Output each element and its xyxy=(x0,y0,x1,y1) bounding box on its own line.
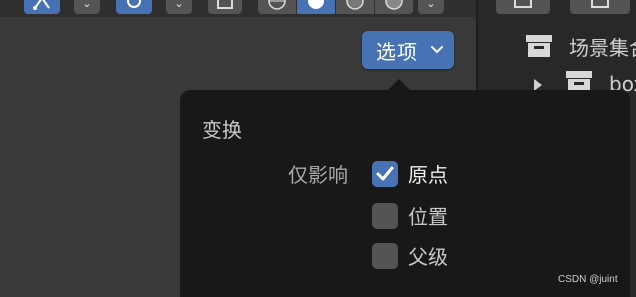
origins-label: 原点 xyxy=(408,163,448,187)
chevron-down-icon: ⌄ xyxy=(82,0,92,10)
wireframe-sphere-icon xyxy=(268,0,286,10)
solid-sphere-icon xyxy=(308,0,324,9)
scene-collection-label: 场景集合 xyxy=(569,36,636,60)
origins-option[interactable]: 原点 xyxy=(372,159,448,188)
locations-option[interactable]: 位置 xyxy=(372,201,448,230)
pivot-icon xyxy=(33,0,50,10)
filter-icon xyxy=(591,0,609,8)
shading-solid-button[interactable] xyxy=(297,0,335,14)
proportional-edit-icon xyxy=(127,0,141,8)
parents-label: 父级 xyxy=(408,245,448,269)
options-popover: 变换 仅影响 原点 位置 父级 xyxy=(180,90,630,297)
pivot-dropdown[interactable]: ⌄ xyxy=(74,0,100,14)
collection-box-icon xyxy=(526,35,552,57)
watermark: CSDN @juint xyxy=(558,274,618,285)
overlay-button[interactable] xyxy=(208,0,242,14)
outliner-filter-button[interactable] xyxy=(570,0,630,14)
chevron-down-icon: ⌄ xyxy=(174,0,184,10)
options-button-label: 选项 xyxy=(376,39,418,64)
outliner-row-scene-collection[interactable]: 场景集合 xyxy=(478,28,636,62)
shading-material-button[interactable] xyxy=(336,0,374,14)
origins-checkbox[interactable] xyxy=(372,160,398,187)
display-mode-icon xyxy=(514,0,532,8)
shading-rendered-button[interactable] xyxy=(375,0,413,14)
viewport-header: ⌄ ⌄ ⌄ xyxy=(0,0,476,17)
proportional-edit-button[interactable] xyxy=(116,0,152,14)
parents-checkbox[interactable] xyxy=(372,242,398,269)
options-button[interactable]: 选项 xyxy=(362,31,454,69)
transform-pivot-button[interactable] xyxy=(24,0,60,14)
checkmark-icon xyxy=(376,166,394,180)
chevron-down-icon xyxy=(431,46,443,54)
locations-checkbox[interactable] xyxy=(372,202,398,229)
affect-only-label: 仅影响 xyxy=(288,163,348,187)
shading-dropdown[interactable]: ⌄ xyxy=(418,0,444,14)
locations-label: 位置 xyxy=(408,205,448,229)
proportional-edit-dropdown[interactable]: ⌄ xyxy=(166,0,192,14)
transform-section-title: 变换 xyxy=(202,118,242,142)
parents-option[interactable]: 父级 xyxy=(372,241,448,270)
chevron-down-icon: ⌄ xyxy=(426,0,436,10)
rendered-sphere-icon xyxy=(385,0,403,10)
overlay-icon xyxy=(217,0,233,9)
material-sphere-icon xyxy=(346,0,364,10)
outliner-display-mode-button[interactable] xyxy=(496,0,550,14)
shading-wireframe-button[interactable] xyxy=(258,0,296,14)
